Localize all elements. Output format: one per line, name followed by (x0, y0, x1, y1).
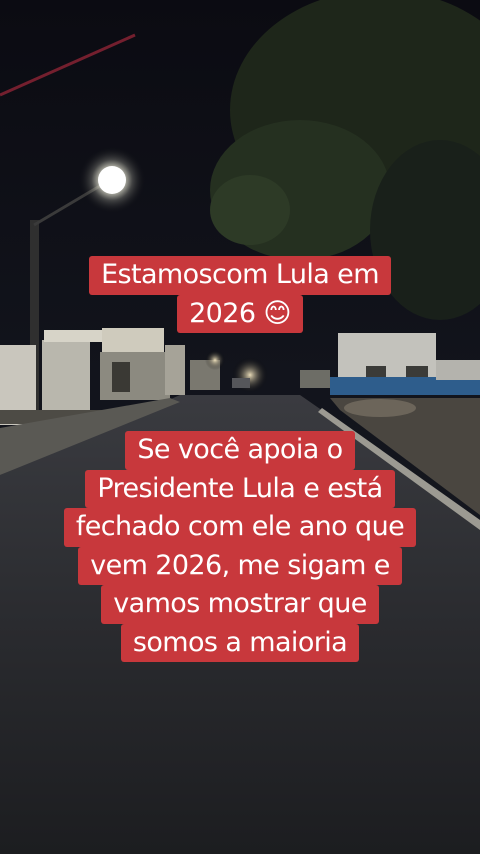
caption-line: somos a maioria (120, 623, 360, 662)
story-caption-main: Se você apoia o Presidente Lula e está f… (0, 431, 480, 662)
night-street-photo (0, 0, 480, 854)
story-screen: Estamoscom Lula em 2026 😊 Se você apoia … (0, 0, 480, 854)
caption-line: 2026 😊 (177, 294, 303, 333)
dirt-pile (344, 399, 416, 417)
caption-line: Se você apoia o (125, 431, 355, 470)
caption-line: Presidente Lula e está (85, 469, 395, 508)
caption-line: Estamoscom Lula em (89, 256, 391, 295)
caption-line: vamos mostrar que (101, 585, 379, 624)
story-caption-top: Estamoscom Lula em 2026 😊 (0, 256, 480, 333)
caption-line: fechado com ele ano que (63, 508, 417, 547)
caption-line: vem 2026, me sigam e (78, 546, 402, 585)
